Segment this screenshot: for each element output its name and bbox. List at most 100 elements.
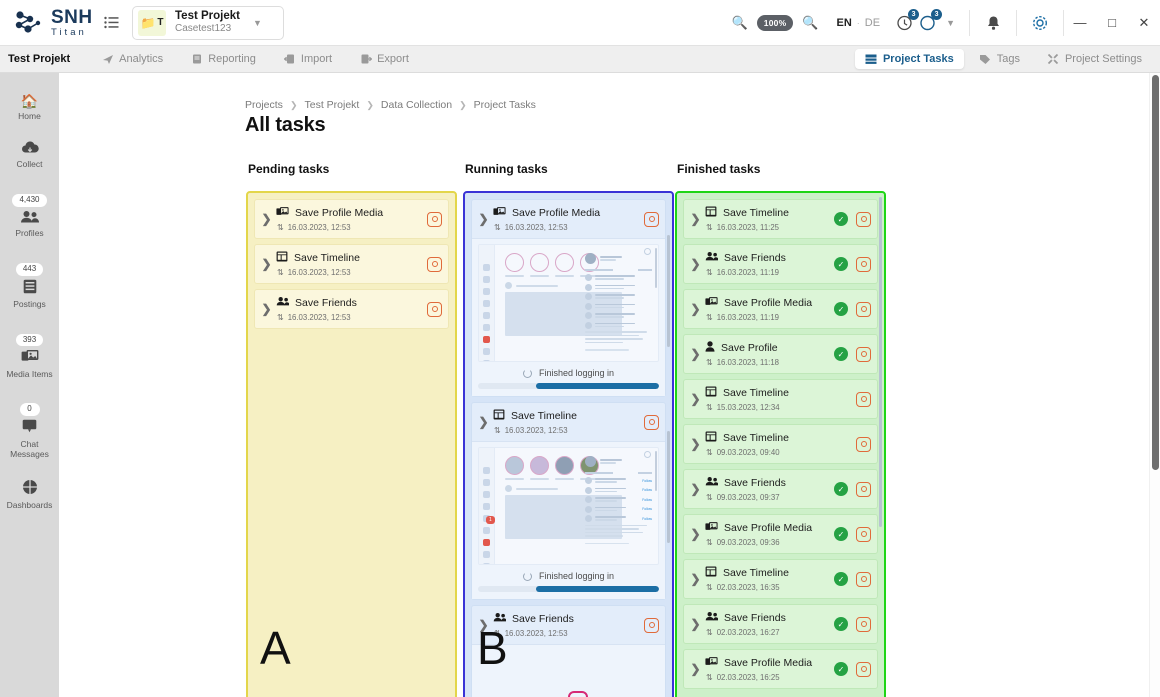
instagram-icon[interactable] bbox=[856, 346, 871, 362]
tab-project-tasks[interactable]: Project Tasks bbox=[854, 49, 964, 69]
instagram-icon[interactable] bbox=[427, 256, 442, 272]
task-row[interactable]: ❯ Save Profile ⇅ 16.03.2023, 11:18 ✓ bbox=[683, 334, 878, 374]
task-row[interactable]: ❯ Save Profile Media ⇅ 16.03.2023, 11:19 … bbox=[683, 289, 878, 329]
sidebar-item-media-items[interactable]: 393 Media Items bbox=[0, 320, 59, 390]
subnav-item-export[interactable]: Export bbox=[346, 46, 423, 73]
column-scrollbar[interactable] bbox=[667, 431, 670, 543]
instagram-icon[interactable] bbox=[644, 414, 659, 430]
task-row[interactable]: ❯ Save Timeline ⇅ 02.03.2023, 16:35 ✓ bbox=[683, 559, 878, 599]
close-icon[interactable]: ✕ bbox=[1128, 15, 1160, 31]
instagram-icon[interactable] bbox=[856, 481, 871, 497]
task-row[interactable]: ❯ Save Profile Media ⇅ 02.03.2023, 16:25 … bbox=[683, 649, 878, 689]
running-tasks-dropzone[interactable]: ❯ Save Profile Media ⇅ 16.03.2023, 12:53 bbox=[463, 191, 674, 697]
chevron-right-icon[interactable]: ❯ bbox=[259, 302, 274, 316]
browser-preview-thumbnail bbox=[478, 244, 659, 362]
instagram-icon[interactable] bbox=[644, 617, 659, 633]
instagram-icon[interactable] bbox=[856, 661, 871, 677]
finished-tasks-dropzone[interactable]: ❯ Save Timeline ⇅ 16.03.2023, 11:25 ✓ ❯ … bbox=[675, 191, 886, 697]
task-row[interactable]: ❯ Save Timeline ⇅ 16.03.2023, 11:25 ✓ bbox=[683, 199, 878, 239]
column-scrollbar[interactable] bbox=[879, 197, 882, 527]
clock-icon[interactable]: 3 bbox=[896, 9, 920, 32]
chevron-right-icon[interactable]: ❯ bbox=[688, 617, 703, 631]
sidebar-item-postings[interactable]: 443 Postings bbox=[0, 249, 59, 320]
brand-logo[interactable]: SNH Titan bbox=[0, 8, 96, 38]
instagram-icon[interactable] bbox=[856, 436, 871, 452]
instagram-icon[interactable] bbox=[856, 571, 871, 587]
chevron-right-icon[interactable]: ❯ bbox=[688, 662, 703, 676]
breadcrumb-project-tasks[interactable]: Project Tasks bbox=[474, 99, 536, 111]
chevron-right-icon[interactable]: ❯ bbox=[476, 212, 491, 226]
subnav-item-reporting[interactable]: Reporting bbox=[177, 46, 270, 73]
task-row[interactable]: ❯ Save Profile Media ⇅ 09.03.2023, 09:36 … bbox=[683, 514, 878, 554]
preview-scrollbar[interactable] bbox=[655, 451, 657, 491]
instagram-icon[interactable] bbox=[427, 211, 442, 227]
task-row[interactable]: ❯ Save Profile Media ⇅ 16.03.2023, 12:53 bbox=[471, 199, 666, 397]
chevron-right-icon[interactable]: ❯ bbox=[688, 212, 703, 226]
instagram-icon[interactable] bbox=[856, 256, 871, 272]
instagram-icon[interactable] bbox=[856, 301, 871, 317]
zoom-in-icon[interactable]: 🔍 bbox=[802, 15, 818, 31]
chevron-right-icon[interactable]: ❯ bbox=[688, 347, 703, 361]
pending-tasks-dropzone[interactable]: ❯ Save Profile Media ⇅ 16.03.2023, 12:53 bbox=[246, 191, 457, 697]
breadcrumb-test-projekt[interactable]: Test Projekt bbox=[304, 99, 359, 111]
sync-icon: ⇅ bbox=[706, 403, 713, 413]
gear-icon[interactable] bbox=[1017, 15, 1063, 31]
instagram-icon[interactable] bbox=[856, 211, 871, 227]
chevron-right-icon[interactable]: ❯ bbox=[688, 257, 703, 271]
minimize-icon[interactable]: — bbox=[1064, 15, 1096, 30]
instagram-icon[interactable] bbox=[644, 211, 659, 227]
breadcrumb-separator: ❯ bbox=[459, 99, 467, 110]
chevron-right-icon[interactable]: ❯ bbox=[259, 257, 274, 271]
zoom-level[interactable]: 100% bbox=[756, 14, 794, 31]
chevron-down-icon[interactable]: ▼ bbox=[946, 18, 955, 28]
list-icon[interactable] bbox=[96, 16, 126, 29]
task-row[interactable]: ❯ Save Friends ⇅ 02.03.2023, 16:27 ✓ bbox=[683, 604, 878, 644]
bell-icon[interactable] bbox=[970, 15, 1016, 31]
task-preview[interactable]: Finished logging in bbox=[472, 238, 665, 396]
chevron-right-icon[interactable]: ❯ bbox=[476, 415, 491, 429]
task-row[interactable]: ❯ Save Timeline ⇅ 16.03.2023, 12:53 bbox=[471, 402, 666, 600]
maximize-icon[interactable]: □ bbox=[1096, 15, 1128, 30]
task-row[interactable]: ❯ Save Friends ⇅ 16.03.2023, 11:19 ✓ bbox=[683, 244, 878, 284]
task-row[interactable]: ❯ Save Friends ⇅ 09.03.2023, 09:37 ✓ bbox=[683, 469, 878, 509]
chevron-right-icon[interactable]: ❯ bbox=[259, 212, 274, 226]
tab-project-settings[interactable]: Project Settings bbox=[1035, 49, 1154, 69]
page-scrollbar[interactable] bbox=[1149, 73, 1160, 697]
language-de[interactable]: DE bbox=[865, 17, 880, 29]
chevron-right-icon[interactable]: ❯ bbox=[688, 527, 703, 541]
instagram-icon[interactable] bbox=[427, 301, 442, 317]
task-preview[interactable]: Follow Follow Follow Follow Follow 1 Fin… bbox=[472, 441, 665, 599]
language-switcher[interactable]: EN · DE bbox=[837, 17, 897, 29]
sidebar-item-profiles[interactable]: 4,430 Profiles bbox=[0, 180, 59, 249]
sidebar-item-dashboards[interactable]: Dashboards bbox=[0, 470, 59, 521]
chevron-right-icon[interactable]: ❯ bbox=[688, 482, 703, 496]
subnav-item-import[interactable]: Import bbox=[270, 46, 346, 73]
chevron-right-icon[interactable]: ❯ bbox=[688, 572, 703, 586]
project-selector[interactable]: 📁 T Test Projekt Casetest123 ▼ bbox=[132, 5, 284, 40]
task-row[interactable]: ❯ Save Profile Media ⇅ 16.03.2023, 12:53 bbox=[254, 199, 449, 239]
task-row[interactable]: ❯ Save Timeline ⇅15.03.2023, 12:34 ✓ bbox=[683, 379, 878, 419]
chevron-down-icon[interactable]: ▼ bbox=[253, 18, 262, 28]
tab-tags[interactable]: Tags bbox=[967, 49, 1032, 69]
sidebar-item-chat-messages[interactable]: 0 Chat Messages bbox=[0, 389, 59, 469]
sidebar-item-collect[interactable]: Collect bbox=[0, 132, 59, 180]
chevron-right-icon[interactable]: ❯ bbox=[688, 392, 703, 406]
column-scrollbar[interactable] bbox=[667, 235, 670, 347]
chevron-right-icon[interactable]: ❯ bbox=[688, 302, 703, 316]
language-en[interactable]: EN bbox=[837, 17, 852, 29]
refresh-icon[interactable]: 3 bbox=[919, 9, 943, 32]
preview-scrollbar[interactable] bbox=[655, 248, 657, 288]
subnav-item-analytics[interactable]: Analytics bbox=[88, 46, 177, 73]
page-scrollbar-thumb[interactable] bbox=[1152, 75, 1159, 470]
breadcrumb-data-collection[interactable]: Data Collection bbox=[381, 99, 452, 111]
task-row[interactable]: ❯ Save Timeline ⇅09.03.2023, 09:40 ✓ bbox=[683, 424, 878, 464]
instagram-icon[interactable] bbox=[856, 616, 871, 632]
breadcrumb-projects[interactable]: Projects bbox=[245, 99, 283, 111]
task-row[interactable]: ❯ Save Timeline ⇅ 16.03.2023, 12:53 bbox=[254, 244, 449, 284]
zoom-out-icon[interactable]: 🔍 bbox=[732, 15, 748, 31]
chevron-right-icon[interactable]: ❯ bbox=[688, 437, 703, 451]
sidebar-item-home[interactable]: 🏠 Home bbox=[0, 85, 59, 132]
instagram-icon[interactable] bbox=[856, 391, 871, 407]
task-row[interactable]: ❯ Save Friends ⇅ 16.03.2023, 12:53 bbox=[254, 289, 449, 329]
instagram-icon[interactable] bbox=[856, 526, 871, 542]
